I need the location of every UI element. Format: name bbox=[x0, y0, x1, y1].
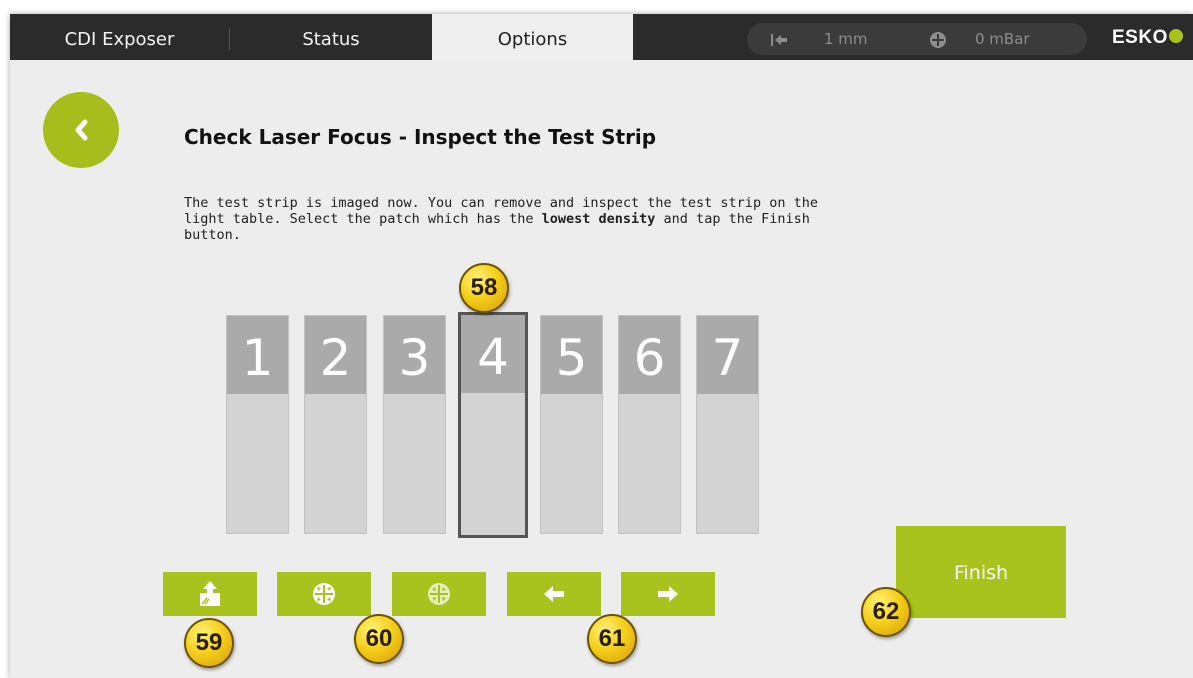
arrow-right-icon bbox=[658, 586, 678, 602]
page-title: Check Laser Focus - Inspect the Test Str… bbox=[184, 125, 657, 149]
finish-button[interactable]: Finish bbox=[896, 526, 1066, 618]
patch-7[interactable]: 7 bbox=[696, 315, 759, 534]
vacuum-on-button[interactable] bbox=[277, 572, 371, 616]
app-window: CDI Exposer Status Options 1 mm 0 mBar E… bbox=[10, 14, 1193, 678]
esko-logo-mark bbox=[1168, 28, 1183, 43]
move-right-button[interactable] bbox=[621, 572, 715, 616]
back-button[interactable] bbox=[43, 92, 119, 168]
instructions-text: The test strip is imaged now. You can re… bbox=[184, 195, 818, 243]
callout-59: 59 bbox=[184, 618, 234, 668]
patch-4-selected[interactable]: 4 bbox=[458, 312, 528, 538]
status-readout: 1 mm 0 mBar bbox=[747, 23, 1087, 55]
eject-button[interactable] bbox=[163, 572, 257, 616]
patch-6[interactable]: 6 bbox=[618, 315, 681, 534]
patch-label: 3 bbox=[384, 316, 445, 394]
vacuum-value: 0 mBar bbox=[975, 30, 1030, 48]
chevron-left-icon bbox=[75, 119, 88, 141]
patch-label: 5 bbox=[541, 316, 602, 394]
patch-label: 6 bbox=[619, 316, 680, 394]
move-left-button[interactable] bbox=[507, 572, 601, 616]
position-icon bbox=[771, 23, 787, 55]
patch-1[interactable]: 1 bbox=[226, 315, 289, 534]
tab-options[interactable]: Options bbox=[432, 14, 633, 60]
callout-60: 60 bbox=[354, 614, 404, 664]
tab-cdi-exposer[interactable]: CDI Exposer bbox=[10, 14, 229, 60]
patch-3[interactable]: 3 bbox=[383, 315, 446, 534]
patch-2[interactable]: 2 bbox=[304, 315, 367, 534]
vacuum-off-icon bbox=[428, 583, 450, 605]
eject-icon bbox=[200, 581, 220, 606]
position-value: 1 mm bbox=[824, 30, 868, 48]
callout-58: 58 bbox=[459, 263, 509, 313]
patch-label: 2 bbox=[305, 316, 366, 394]
patch-label: 7 bbox=[697, 316, 758, 394]
vacuum-off-button[interactable] bbox=[392, 572, 486, 616]
patch-5[interactable]: 5 bbox=[540, 315, 603, 534]
vacuum-icon bbox=[930, 23, 946, 55]
callout-61: 61 bbox=[587, 614, 637, 664]
callout-62: 62 bbox=[861, 587, 911, 637]
patch-label: 4 bbox=[461, 315, 525, 393]
esko-logo: ESKO bbox=[1112, 22, 1183, 54]
arrow-left-icon bbox=[544, 586, 564, 602]
vacuum-on-icon bbox=[313, 583, 335, 605]
tab-status[interactable]: Status bbox=[230, 14, 432, 60]
patch-label: 1 bbox=[227, 316, 288, 394]
top-bar: CDI Exposer Status Options 1 mm 0 mBar E… bbox=[10, 14, 1193, 60]
